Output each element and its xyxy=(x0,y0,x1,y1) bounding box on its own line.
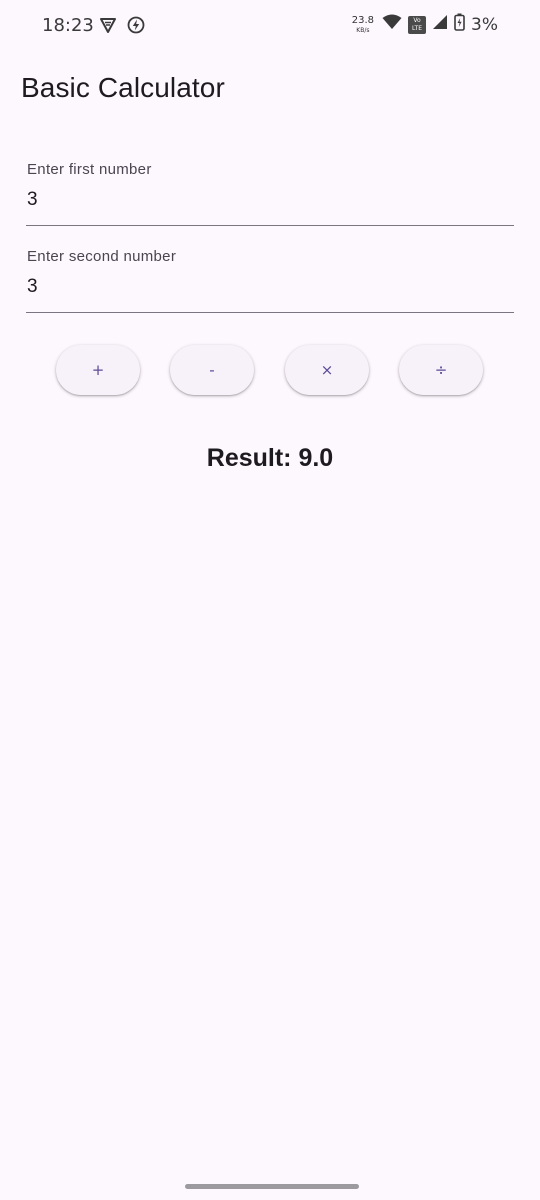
subtract-button[interactable]: - xyxy=(170,345,254,395)
operation-buttons: + - × ÷ xyxy=(56,345,484,397)
first-number-input[interactable]: 3 xyxy=(27,189,38,211)
result-text: Result: 9.0 xyxy=(206,444,334,472)
multiply-button[interactable]: × xyxy=(285,345,369,395)
battery-icon xyxy=(454,13,465,36)
vpn-shield-icon xyxy=(99,16,117,39)
first-number-label: Enter first number xyxy=(27,161,152,178)
add-button[interactable]: + xyxy=(56,345,140,395)
signal-icon xyxy=(432,14,448,35)
net-speed: 23.8 KB/s xyxy=(351,14,375,34)
page-title: Basic Calculator xyxy=(21,72,225,103)
gesture-nav-handle[interactable] xyxy=(185,1184,359,1189)
status-time: 18:23 xyxy=(42,15,94,36)
status-bar: 18:23 23.8 KB/s Vo LTE 3% xyxy=(0,0,540,52)
divide-button[interactable]: ÷ xyxy=(399,345,483,395)
battery-percent: 3% xyxy=(471,14,498,35)
volte-bottom: LTE xyxy=(412,24,422,32)
second-number-field[interactable]: Enter second number 3 xyxy=(26,237,514,313)
status-right: 23.8 KB/s Vo LTE 3% xyxy=(352,13,498,36)
wifi-icon xyxy=(382,14,402,35)
status-left-icons xyxy=(99,16,145,39)
first-number-field[interactable]: Enter first number 3 xyxy=(26,150,514,226)
net-speed-unit: KB/s xyxy=(356,26,370,34)
volte-top: Vo xyxy=(413,16,421,24)
charging-bolt-icon xyxy=(127,16,145,39)
second-number-input[interactable]: 3 xyxy=(27,276,38,298)
volte-badge: Vo LTE xyxy=(408,15,427,34)
net-speed-value: 23.8 xyxy=(351,14,375,26)
second-number-label: Enter second number xyxy=(27,248,177,265)
